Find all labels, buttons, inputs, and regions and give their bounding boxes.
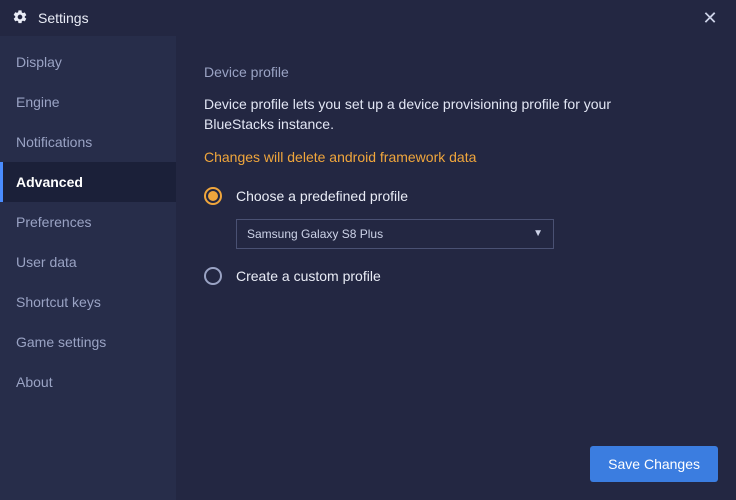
section-description: Device profile lets you set up a device … [204, 94, 674, 135]
sidebar-item-game-settings[interactable]: Game settings [0, 322, 176, 362]
window-title: Settings [38, 10, 89, 26]
radio-option-predefined[interactable]: Choose a predefined profile [204, 187, 708, 205]
sidebar-item-shortcut-keys[interactable]: Shortcut keys [0, 282, 176, 322]
radio-checked-icon [204, 187, 222, 205]
sidebar-item-label: About [16, 374, 53, 390]
sidebar-item-advanced[interactable]: Advanced [0, 162, 176, 202]
save-button[interactable]: Save Changes [590, 446, 718, 482]
sidebar-item-display[interactable]: Display [0, 42, 176, 82]
sidebar-item-preferences[interactable]: Preferences [0, 202, 176, 242]
close-button[interactable]: ✕ [696, 4, 724, 32]
sidebar-item-label: Advanced [16, 174, 83, 190]
sidebar-item-label: Shortcut keys [16, 294, 101, 310]
sidebar-item-about[interactable]: About [0, 362, 176, 402]
sidebar-item-label: Game settings [16, 334, 106, 350]
radio-label: Create a custom profile [236, 268, 381, 284]
chevron-down-icon: ▼ [533, 228, 543, 239]
titlebar-title-group: Settings [12, 9, 89, 28]
footer: Save Changes [590, 446, 718, 482]
main-panel: Device profile Device profile lets you s… [176, 36, 736, 500]
radio-label: Choose a predefined profile [236, 188, 408, 204]
section-title: Device profile [204, 64, 708, 80]
radio-unchecked-icon [204, 267, 222, 285]
profile-select[interactable]: Samsung Galaxy S8 Plus ▼ [236, 219, 554, 249]
sidebar-item-label: User data [16, 254, 77, 270]
sidebar-item-label: Notifications [16, 134, 92, 150]
sidebar-item-user-data[interactable]: User data [0, 242, 176, 282]
settings-window: Settings ✕ Display Engine Notifications … [0, 0, 736, 500]
sidebar-item-label: Display [16, 54, 62, 70]
sidebar-item-engine[interactable]: Engine [0, 82, 176, 122]
warning-text: Changes will delete android framework da… [204, 149, 708, 165]
body: Display Engine Notifications Advanced Pr… [0, 36, 736, 500]
titlebar: Settings ✕ [0, 0, 736, 36]
radio-option-custom[interactable]: Create a custom profile [204, 267, 708, 285]
profile-select-value: Samsung Galaxy S8 Plus [247, 227, 383, 241]
sidebar-item-label: Engine [16, 94, 60, 110]
sidebar-item-notifications[interactable]: Notifications [0, 122, 176, 162]
sidebar: Display Engine Notifications Advanced Pr… [0, 36, 176, 500]
gear-icon [12, 9, 28, 28]
close-icon: ✕ [702, 8, 717, 29]
sidebar-item-label: Preferences [16, 214, 91, 230]
